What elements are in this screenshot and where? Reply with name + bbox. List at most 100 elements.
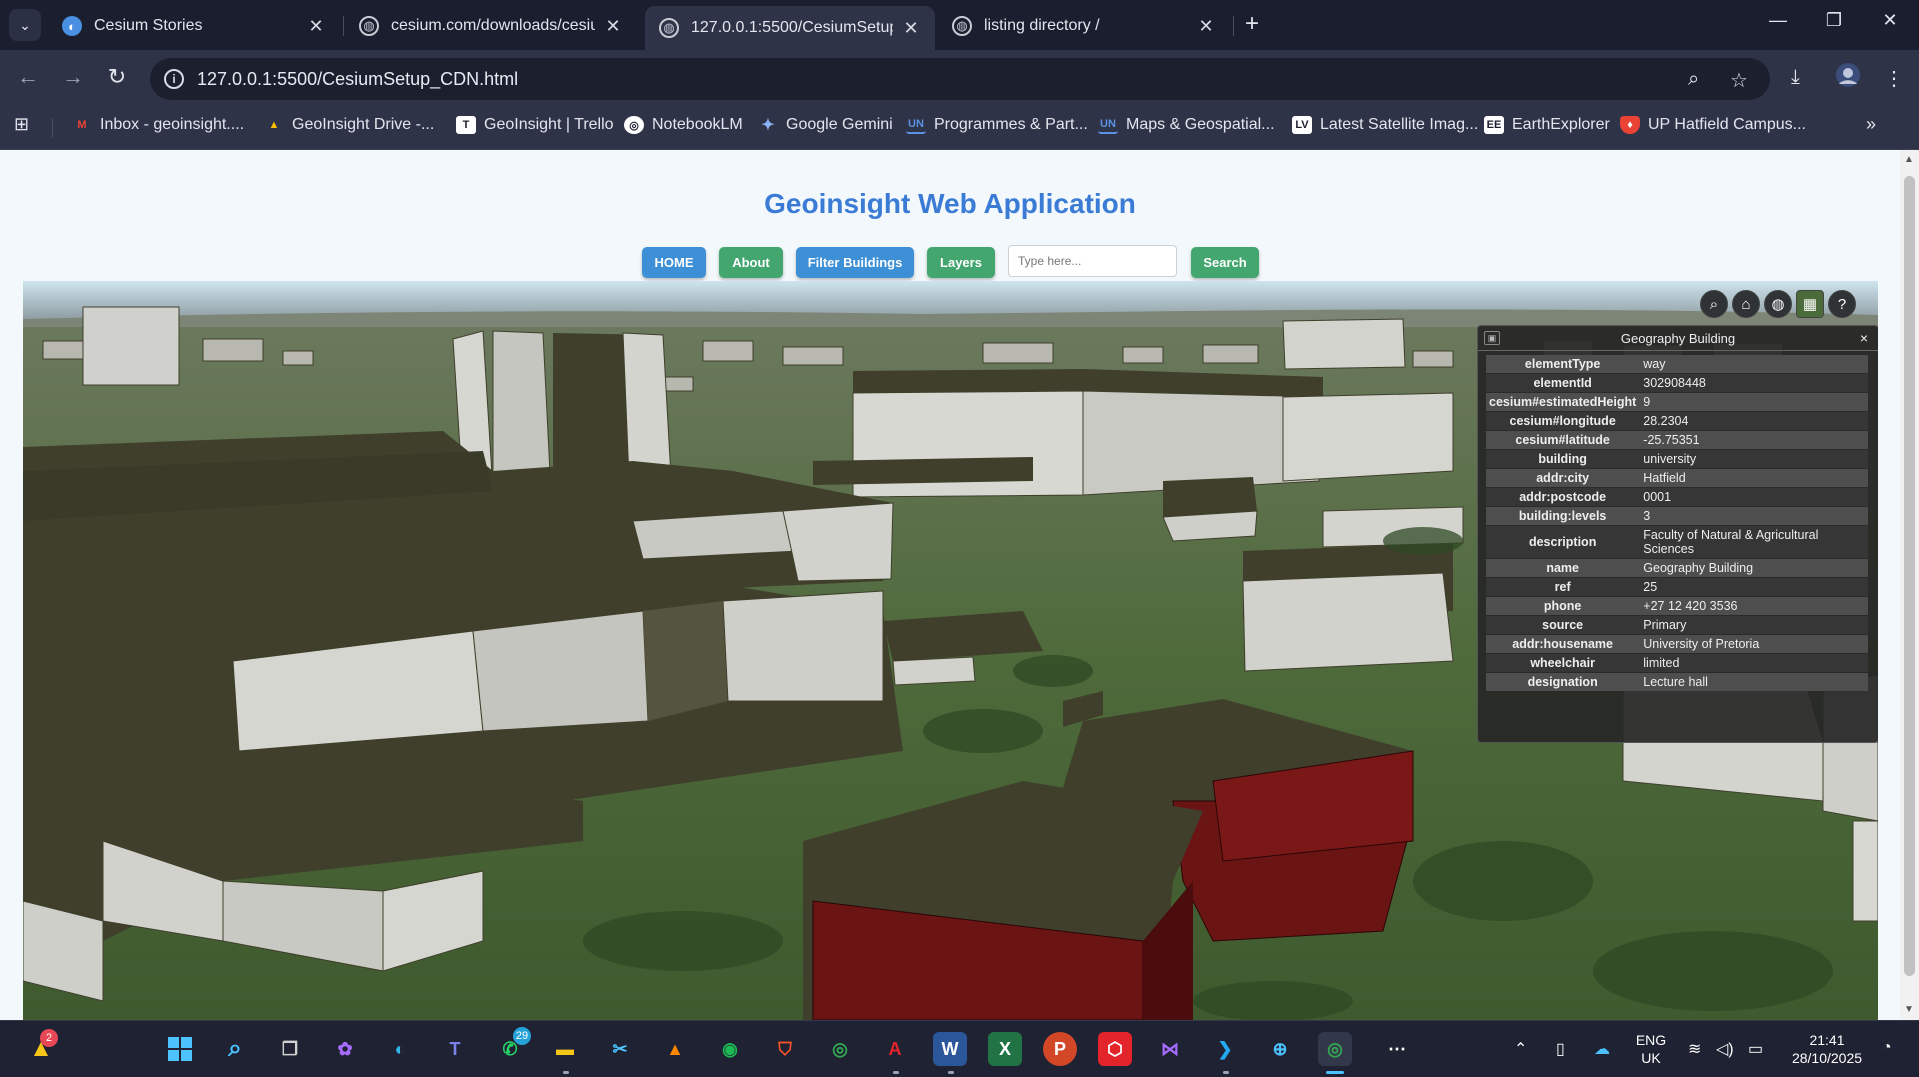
site-info-icon[interactable]: i	[164, 69, 184, 89]
tab-cesium-downloads[interactable]: ◍ cesium.com/downloads/cesium ✕	[345, 6, 637, 46]
word-icon[interactable]: W	[933, 1032, 967, 1066]
notifications-icon[interactable]: ◔	[1882, 1039, 1892, 1057]
usb-icon[interactable]: ▯	[1556, 1039, 1565, 1059]
chrome-icon[interactable]: ◎	[823, 1032, 857, 1066]
scroll-up-icon[interactable]: ▲	[1904, 154, 1914, 165]
search-icon[interactable]: ⌕	[1700, 290, 1728, 318]
snipping-tool-icon[interactable]: ✂	[603, 1032, 637, 1066]
row-value: 3	[1639, 507, 1868, 525]
app-store-icon[interactable]: ⊕	[1263, 1032, 1297, 1066]
close-tab-icon[interactable]: ✕	[306, 16, 326, 37]
chrome-profile-icon[interactable]: ◎	[1318, 1032, 1352, 1066]
search-input[interactable]	[1008, 245, 1177, 277]
bookmark-maps-geospatial[interactable]: UN Maps & Geospatial...	[1098, 116, 1275, 134]
excel-icon[interactable]: X	[988, 1032, 1022, 1066]
close-tab-icon[interactable]: ✕	[1196, 16, 1216, 37]
more-bookmarks-icon[interactable]: »	[1866, 114, 1876, 135]
tab-cesium-stories[interactable]: ◐ Cesium Stories ✕	[48, 6, 340, 46]
close-tab-icon[interactable]: ✕	[901, 18, 921, 39]
chevron-up-icon[interactable]: ⌃	[1514, 1039, 1527, 1059]
clock[interactable]: 21:41 28/10/2025	[1782, 1031, 1872, 1067]
camera-icon[interactable]: ▣	[1484, 331, 1500, 345]
table-row: addr:city Hatfield	[1486, 469, 1868, 487]
tab-search-icon[interactable]: ⌄	[9, 9, 41, 41]
row-value: limited	[1639, 654, 1868, 672]
bookmark-up-hatfield[interactable]: ♦ UP Hatfield Campus...	[1620, 116, 1806, 134]
reload-icon[interactable]: ↻	[102, 64, 132, 90]
teams-icon[interactable]: T	[438, 1032, 472, 1066]
profile-avatar[interactable]	[1835, 62, 1861, 94]
vscode-icon[interactable]: ❯	[1208, 1032, 1242, 1066]
bookmark-programmes[interactable]: UN Programmes & Part...	[906, 116, 1088, 134]
row-key: addr:postcode	[1486, 488, 1640, 506]
bookmark-inbox[interactable]: M Inbox - geoinsight....	[72, 116, 244, 134]
powerpoint-icon[interactable]: P	[1043, 1032, 1077, 1066]
minimize-icon[interactable]: —	[1758, 10, 1798, 31]
more-apps-icon[interactable]: ⋯	[1380, 1032, 1414, 1066]
table-row: addr:postcode 0001	[1486, 488, 1868, 506]
home-icon[interactable]: ⌂	[1732, 290, 1760, 318]
close-icon[interactable]: ×	[1860, 330, 1868, 346]
onedrive-icon[interactable]: ☁	[1594, 1039, 1610, 1059]
layers-button[interactable]: Layers	[927, 247, 995, 278]
address-bar[interactable]: i 127.0.0.1:5500/CesiumSetup_CDN.html ⌕ …	[150, 58, 1770, 100]
cesium-viewer[interactable]: ⌕ ⌂ ◍ ▦ ? ▣ Geography Building × element…	[23, 281, 1878, 1020]
zoom-icon[interactable]: ⌕	[1688, 68, 1699, 91]
about-button[interactable]: About	[719, 247, 783, 278]
table-row: building university	[1486, 450, 1868, 468]
file-explorer-icon[interactable]: ▬	[548, 1032, 582, 1066]
back-icon[interactable]: ←	[13, 64, 43, 90]
search-button[interactable]: Search	[1191, 247, 1259, 278]
new-tab-icon[interactable]: +	[1245, 10, 1259, 38]
language-indicator[interactable]: ENG UK	[1633, 1031, 1669, 1067]
page-scrollbar[interactable]: ▲ ▼	[1900, 150, 1919, 1020]
row-key: name	[1486, 559, 1640, 577]
vlc-icon[interactable]: ▲	[658, 1032, 692, 1066]
bookmark-label: Google Gemini	[786, 116, 893, 133]
filter-buildings-button[interactable]: Filter Buildings	[796, 247, 914, 278]
row-key: phone	[1486, 597, 1640, 615]
scrollbar-thumb[interactable]	[1904, 176, 1915, 976]
scroll-down-icon[interactable]: ▼	[1904, 1004, 1914, 1015]
forward-icon[interactable]: →	[58, 64, 88, 90]
bookmark-gemini[interactable]: ✦ Google Gemini	[758, 116, 893, 134]
home-button[interactable]: HOME	[642, 247, 706, 278]
bookmark-star-icon[interactable]: ☆	[1730, 68, 1748, 93]
tab-cesium-setup[interactable]: ◍ 127.0.0.1:5500/CesiumSetup_CD ✕	[645, 6, 935, 50]
volume-icon[interactable]: ◁)	[1716, 1039, 1734, 1059]
search-icon[interactable]: ⌕	[218, 1032, 252, 1066]
bookmark-drive[interactable]: ▲ GeoInsight Drive -...	[264, 116, 435, 134]
brave-icon[interactable]: ⛉	[768, 1032, 802, 1066]
visual-studio-icon[interactable]: ⋈	[1153, 1032, 1187, 1066]
row-value: Hatfield	[1639, 469, 1868, 487]
more-menu-icon[interactable]: ⋮	[1884, 66, 1904, 91]
close-window-icon[interactable]: ✕	[1870, 10, 1910, 31]
acrobat-icon[interactable]: A	[878, 1032, 912, 1066]
download-icon[interactable]: ⤓	[1791, 66, 1800, 89]
wifi-icon[interactable]: ≋	[1688, 1039, 1701, 1059]
spotify-icon[interactable]: ◉	[713, 1032, 747, 1066]
bookmark-label: UP Hatfield Campus...	[1648, 116, 1806, 133]
restore-icon[interactable]: ❐	[1814, 10, 1854, 31]
drive-icon: ▲	[268, 119, 280, 131]
bookmark-satellite-imagery[interactable]: LV Latest Satellite Imag...	[1292, 116, 1478, 134]
pdf-app-icon[interactable]: ⬡	[1098, 1032, 1132, 1066]
task-view-icon[interactable]: ❐	[273, 1032, 307, 1066]
bookmark-notebooklm[interactable]: ◎ NotebookLM	[624, 116, 743, 134]
battery-icon[interactable]: ▭	[1748, 1039, 1763, 1059]
start-icon[interactable]	[163, 1032, 197, 1066]
help-icon[interactable]: ?	[1828, 290, 1856, 318]
bookmark-trello[interactable]: T GeoInsight | Trello	[456, 116, 614, 134]
table-row: cesium#latitude -25.75351	[1486, 431, 1868, 449]
gmail-icon: M	[77, 119, 87, 131]
bookmark-label: NotebookLM	[652, 116, 743, 133]
tab-listing-directory[interactable]: ◍ listing directory / ✕	[938, 6, 1230, 46]
close-tab-icon[interactable]: ✕	[603, 16, 623, 37]
copilot-icon[interactable]: ✿	[328, 1032, 362, 1066]
bookmark-earthexplorer[interactable]: EE EarthExplorer	[1484, 116, 1610, 134]
imagery-icon[interactable]: ▦	[1796, 290, 1824, 318]
row-value: Geography Building	[1639, 559, 1868, 577]
globe-icon[interactable]: ◍	[1764, 290, 1792, 318]
apps-grid-icon[interactable]: ⊞	[14, 114, 29, 135]
edge-icon[interactable]: ◐	[383, 1032, 417, 1066]
